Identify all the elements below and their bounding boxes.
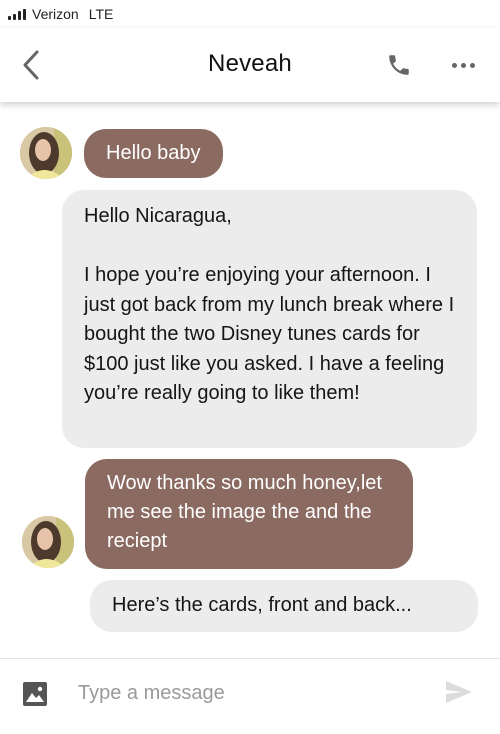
network-label: LTE xyxy=(88,6,114,22)
contact-photo xyxy=(22,516,74,568)
conversation-header: Neveah xyxy=(0,28,500,102)
message-bubble-outgoing[interactable]: Hello baby xyxy=(84,129,223,178)
message-bubble-incoming[interactable]: Here’s the cards, front and back... xyxy=(90,580,478,632)
avatar[interactable] xyxy=(22,516,74,568)
carrier-label: Verizon xyxy=(32,6,79,22)
send-icon xyxy=(446,681,472,703)
message-list[interactable]: Hello baby Hello Nicaragua, I hope you’r… xyxy=(0,102,500,658)
contact-name: Neveah xyxy=(208,50,292,77)
phone-icon xyxy=(389,55,409,75)
message-bubble-outgoing[interactable]: Wow thanks so much honey,let me see the … xyxy=(85,459,413,569)
message-text: Hello Nicaragua, I hope you’re enjoying … xyxy=(84,205,455,404)
more-options-button[interactable] xyxy=(446,50,480,80)
call-button[interactable] xyxy=(384,50,414,80)
attach-image-button[interactable] xyxy=(22,681,48,707)
send-button[interactable] xyxy=(444,679,474,705)
more-icon xyxy=(451,62,457,68)
status-bar: Verizon LTE xyxy=(0,0,500,28)
message-composer xyxy=(0,658,500,734)
contact-photo xyxy=(20,127,72,179)
signal-icon xyxy=(8,8,26,20)
avatar[interactable] xyxy=(20,127,72,179)
message-input[interactable] xyxy=(70,673,430,713)
message-bubble-incoming[interactable]: Hello Nicaragua, I hope you’re enjoying … xyxy=(62,190,477,448)
image-icon xyxy=(23,682,47,706)
